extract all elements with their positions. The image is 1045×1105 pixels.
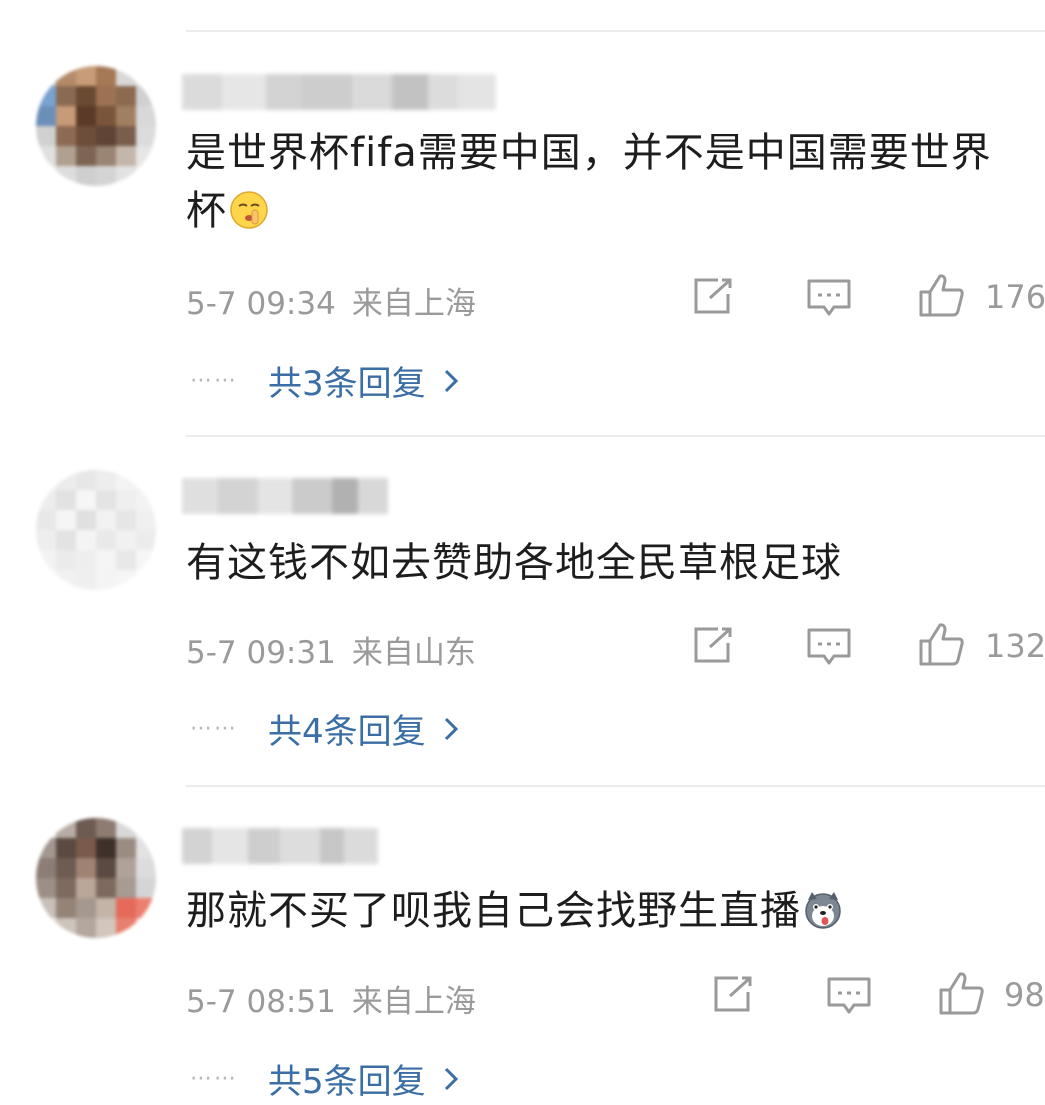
avatar[interactable] bbox=[36, 66, 156, 186]
divider bbox=[186, 785, 1045, 787]
share-icon[interactable] bbox=[712, 974, 756, 1014]
view-replies-link[interactable]: ⋯⋯ 共5条回复 bbox=[190, 1054, 458, 1103]
share-icon[interactable] bbox=[692, 625, 736, 665]
timestamp: 5-7 09:31 bbox=[186, 635, 336, 671]
location: 来自上海 bbox=[351, 984, 476, 1020]
view-replies-link[interactable]: ⋯⋯ 共3条回复 bbox=[190, 356, 458, 405]
divider bbox=[186, 435, 1045, 437]
username[interactable] bbox=[182, 828, 378, 864]
shush-face-emoji-icon bbox=[230, 191, 268, 229]
like-icon[interactable] bbox=[918, 621, 966, 667]
replies-label[interactable]: 共5条回复 bbox=[268, 1054, 426, 1103]
chevron-right-icon bbox=[444, 1067, 458, 1090]
comment-icon[interactable] bbox=[826, 976, 872, 1016]
comment-icon[interactable] bbox=[806, 278, 852, 318]
username[interactable] bbox=[182, 478, 388, 514]
divider bbox=[186, 30, 1045, 32]
husky-dog-emoji-icon bbox=[805, 892, 841, 929]
comment-text: 有这钱不如去赞助各地全民草根足球 bbox=[186, 540, 842, 586]
chevron-right-icon bbox=[444, 717, 458, 740]
location: 来自上海 bbox=[351, 286, 476, 322]
comment-icon[interactable] bbox=[806, 627, 852, 667]
location: 来自山东 bbox=[351, 635, 476, 671]
timestamp: 5-7 09:34 bbox=[186, 286, 336, 322]
chevron-right-icon bbox=[444, 369, 458, 392]
like-count: 176 bbox=[985, 278, 1045, 316]
replies-label[interactable]: 共3条回复 bbox=[268, 356, 426, 405]
like-icon[interactable] bbox=[938, 970, 986, 1016]
avatar[interactable] bbox=[36, 470, 156, 590]
comment-meta: 5-7 09:31 来自山东 bbox=[186, 627, 476, 672]
comment-meta: 5-7 08:51 来自上海 bbox=[186, 976, 476, 1021]
like-count: 132 bbox=[985, 627, 1045, 665]
comment-meta: 5-7 09:34 来自上海 bbox=[186, 278, 476, 323]
comment-text: 那就不买了呗我自己会找野生直播 bbox=[186, 882, 1026, 940]
view-replies-link[interactable]: ⋯⋯ 共4条回复 bbox=[190, 704, 458, 753]
share-icon[interactable] bbox=[692, 276, 736, 316]
like-count: 98 bbox=[1004, 976, 1045, 1014]
replies-label[interactable]: 共4条回复 bbox=[268, 704, 426, 753]
like-icon[interactable] bbox=[918, 272, 966, 318]
timestamp: 5-7 08:51 bbox=[186, 984, 336, 1020]
username[interactable] bbox=[182, 74, 496, 110]
comment-text: 是世界杯fifa需要中国，并不是中国需要世界杯 bbox=[186, 130, 992, 234]
avatar[interactable] bbox=[36, 818, 156, 938]
